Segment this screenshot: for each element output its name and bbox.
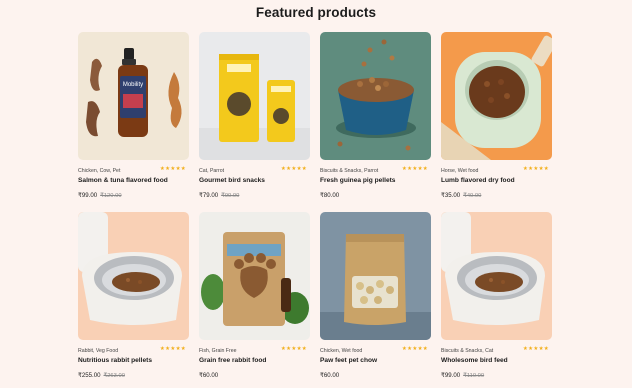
product-price: ₹99.00 ₹120.00 xyxy=(78,192,122,199)
product-name[interactable]: Fresh guinea pig pellets xyxy=(320,177,395,184)
product-name[interactable]: Wholesome bird feed xyxy=(441,357,508,364)
price-current: ₹60.00 xyxy=(320,372,340,379)
price-current: ₹35.00 xyxy=(441,192,461,199)
product-tags[interactable]: Biscuits & Snacks, Parrot xyxy=(320,168,378,174)
product-card[interactable]: Cat, Parrot ★★★★★ Gourmet bird snacks ₹7… xyxy=(199,32,310,204)
product-card[interactable]: Chicken, Wet food ★★★★★ Paw feet pet cho… xyxy=(320,212,431,384)
price-old: ₹110.00 xyxy=(463,373,485,379)
product-label-text: Mobility xyxy=(123,82,143,88)
product-price: ₹60.00 xyxy=(320,372,342,379)
product-image[interactable] xyxy=(441,212,552,340)
section-title: Featured products xyxy=(255,5,377,20)
product-name[interactable]: Nutritious rabbit pellets xyxy=(78,357,152,364)
price-current: ₹99.00 xyxy=(78,192,98,199)
price-current: ₹80.00 xyxy=(320,192,340,199)
product-image[interactable] xyxy=(78,212,189,340)
product-tags[interactable]: Chicken, Cow, Pet xyxy=(78,168,120,174)
product-image[interactable]: Mobility xyxy=(78,32,189,160)
product-grid: Mobility Chicken, Cow, Pet ★★★★★ Salmon … xyxy=(78,32,552,384)
rating-stars: ★★★★★ xyxy=(159,346,186,352)
price-current: ₹255.00 xyxy=(78,372,101,379)
product-tags[interactable]: Fish, Grain Free xyxy=(199,348,236,354)
product-name[interactable]: Lumb flavored dry food xyxy=(441,177,515,184)
product-price: ₹60.00 xyxy=(199,372,221,379)
price-old: ₹40.00 xyxy=(463,193,482,199)
product-card[interactable]: Biscuits & Snacks, Cat ★★★★★ Wholesome b… xyxy=(441,212,552,384)
product-card[interactable]: Horse, Wet food ★★★★★ Lumb flavored dry … xyxy=(441,32,552,204)
product-tags[interactable]: Biscuits & Snacks, Cat xyxy=(441,348,493,354)
product-image[interactable] xyxy=(199,212,310,340)
product-tags[interactable]: Chicken, Wet food xyxy=(320,348,362,354)
rating-stars: ★★★★★ xyxy=(280,166,307,172)
product-tags[interactable]: Horse, Wet food xyxy=(441,168,478,174)
price-old: ₹263.00 xyxy=(103,373,125,379)
product-tags[interactable]: Rabbit, Veg Food xyxy=(78,348,118,354)
product-name[interactable]: Grain free rabbit food xyxy=(199,357,266,364)
product-price: ₹99.00 ₹110.00 xyxy=(441,372,484,379)
product-price: ₹255.00 ₹263.00 xyxy=(78,372,125,379)
rating-stars: ★★★★★ xyxy=(280,346,307,352)
price-old: ₹120.00 xyxy=(100,193,122,199)
rating-stars: ★★★★★ xyxy=(401,346,428,352)
product-name[interactable]: Paw feet pet chow xyxy=(320,357,377,364)
product-image[interactable] xyxy=(320,32,431,160)
product-image[interactable] xyxy=(441,32,552,160)
product-price: ₹80.00 xyxy=(320,192,342,199)
product-card[interactable]: Mobility Chicken, Cow, Pet ★★★★★ Salmon … xyxy=(78,32,189,204)
rating-stars: ★★★★★ xyxy=(522,346,549,352)
price-old: ₹90.00 xyxy=(221,193,240,199)
product-name[interactable]: Salmon & tuna flavored food xyxy=(78,177,168,184)
price-current: ₹60.00 xyxy=(199,372,219,379)
product-tags[interactable]: Cat, Parrot xyxy=(199,168,224,174)
product-image[interactable] xyxy=(320,212,431,340)
product-price: ₹35.00 ₹40.00 xyxy=(441,192,481,199)
rating-stars: ★★★★★ xyxy=(401,166,428,172)
rating-stars: ★★★★★ xyxy=(159,166,186,172)
product-card[interactable]: Fish, Grain Free ★★★★★ Grain free rabbit… xyxy=(199,212,310,384)
product-card[interactable]: Biscuits & Snacks, Parrot ★★★★★ Fresh gu… xyxy=(320,32,431,204)
product-price: ₹79.00 ₹90.00 xyxy=(199,192,239,199)
price-current: ₹79.00 xyxy=(199,192,219,199)
product-name[interactable]: Gourmet bird snacks xyxy=(199,177,265,184)
product-image[interactable] xyxy=(199,32,310,160)
price-current: ₹99.00 xyxy=(441,372,461,379)
rating-stars: ★★★★★ xyxy=(522,166,549,172)
product-card[interactable]: Rabbit, Veg Food ★★★★★ Nutritious rabbit… xyxy=(78,212,189,384)
